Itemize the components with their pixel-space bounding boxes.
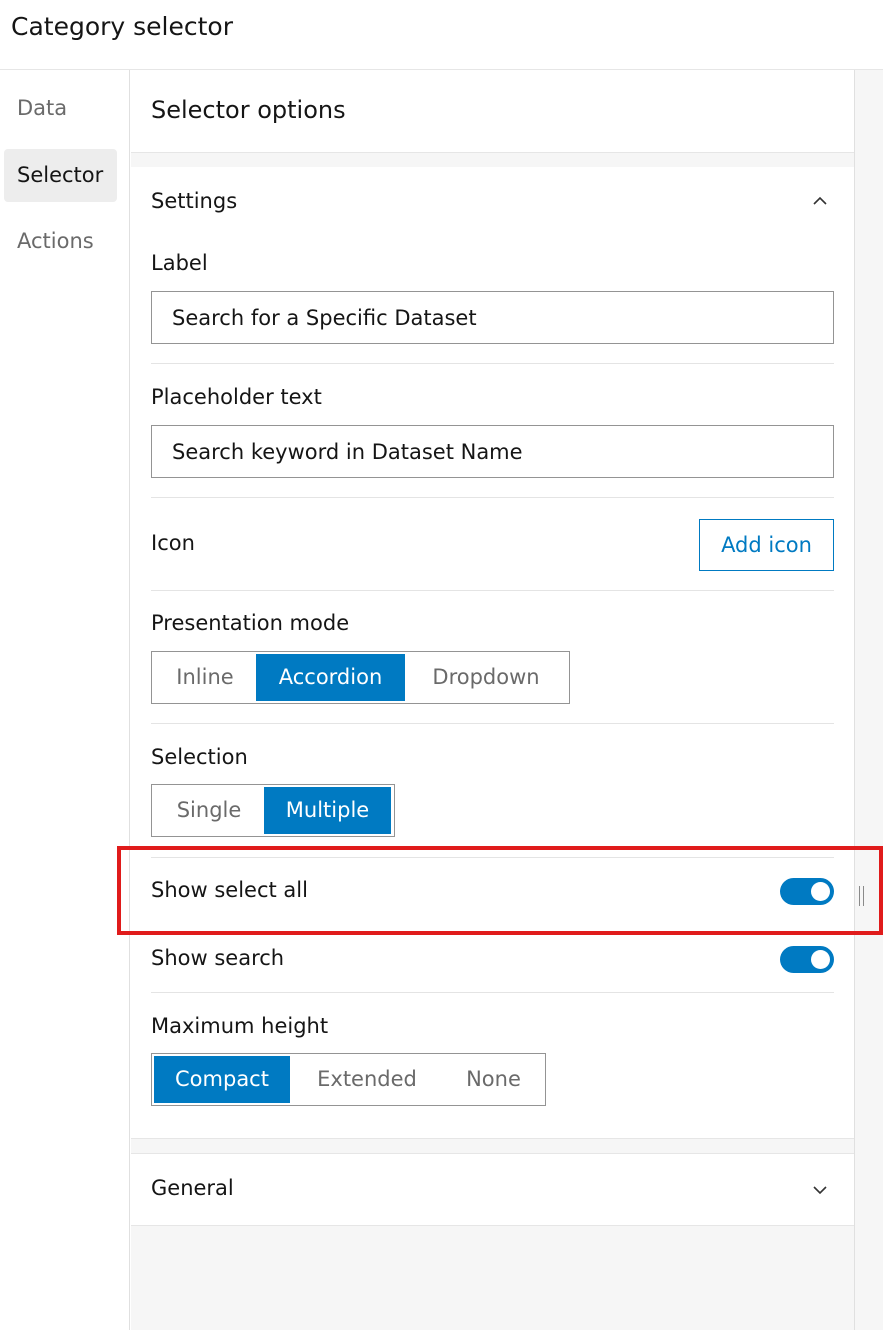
presentation-mode-inline[interactable]: Inline bbox=[154, 654, 256, 701]
presentation-mode-control: Inline Accordion Dropdown bbox=[151, 651, 570, 704]
divider bbox=[151, 992, 834, 993]
placeholder-field-label: Placeholder text bbox=[151, 385, 322, 409]
divider bbox=[151, 363, 834, 364]
add-icon-button[interactable]: Add icon bbox=[699, 519, 834, 571]
presentation-mode-accordion[interactable]: Accordion bbox=[256, 654, 405, 701]
maximum-height-compact[interactable]: Compact bbox=[154, 1056, 290, 1103]
selection-multiple[interactable]: Multiple bbox=[264, 787, 391, 834]
nav-item-selector[interactable]: Selector bbox=[4, 149, 117, 202]
icon-field-label: Icon bbox=[151, 531, 195, 555]
options-panel: Selector options Settings Label Placehol… bbox=[131, 70, 854, 1330]
chevron-down-icon[interactable] bbox=[812, 1182, 828, 1198]
toggle-knob bbox=[811, 950, 830, 969]
settings-header: Category selector bbox=[0, 0, 883, 70]
selection-single[interactable]: Single bbox=[154, 787, 264, 834]
nav-item-actions[interactable]: Actions bbox=[4, 215, 117, 268]
panel-header: Selector options bbox=[131, 70, 854, 153]
show-search-label: Show search bbox=[151, 946, 285, 970]
divider bbox=[151, 497, 834, 498]
general-section-title[interactable]: General bbox=[151, 1175, 234, 1201]
highlight-annotation bbox=[117, 846, 883, 935]
settings-section: Settings Label Placeholder text Icon Add… bbox=[131, 167, 854, 1139]
maximum-height-label: Maximum height bbox=[151, 1014, 329, 1038]
general-section[interactable]: General bbox=[131, 1153, 854, 1226]
maximum-height-control: Compact Extended None bbox=[151, 1053, 546, 1106]
selection-control: Single Multiple bbox=[151, 784, 395, 837]
chevron-up-icon[interactable] bbox=[812, 193, 828, 209]
label-input[interactable] bbox=[151, 291, 834, 344]
label-field-label: Label bbox=[151, 251, 208, 275]
settings-section-title[interactable]: Settings bbox=[151, 188, 237, 214]
placeholder-input[interactable] bbox=[151, 425, 834, 478]
nav-item-data[interactable]: Data bbox=[4, 82, 117, 135]
page-title: Category selector bbox=[11, 12, 233, 41]
panel-title: Selector options bbox=[151, 96, 346, 124]
maximum-height-none[interactable]: None bbox=[444, 1056, 543, 1103]
presentation-mode-dropdown[interactable]: Dropdown bbox=[405, 654, 567, 701]
panel-scroll-strip bbox=[854, 70, 883, 1330]
divider bbox=[151, 723, 834, 724]
maximum-height-extended[interactable]: Extended bbox=[290, 1056, 444, 1103]
show-search-toggle[interactable] bbox=[780, 946, 834, 973]
presentation-mode-label: Presentation mode bbox=[151, 611, 350, 635]
side-nav: Data Selector Actions bbox=[0, 70, 130, 1330]
selection-label: Selection bbox=[151, 745, 248, 769]
divider bbox=[151, 590, 834, 591]
